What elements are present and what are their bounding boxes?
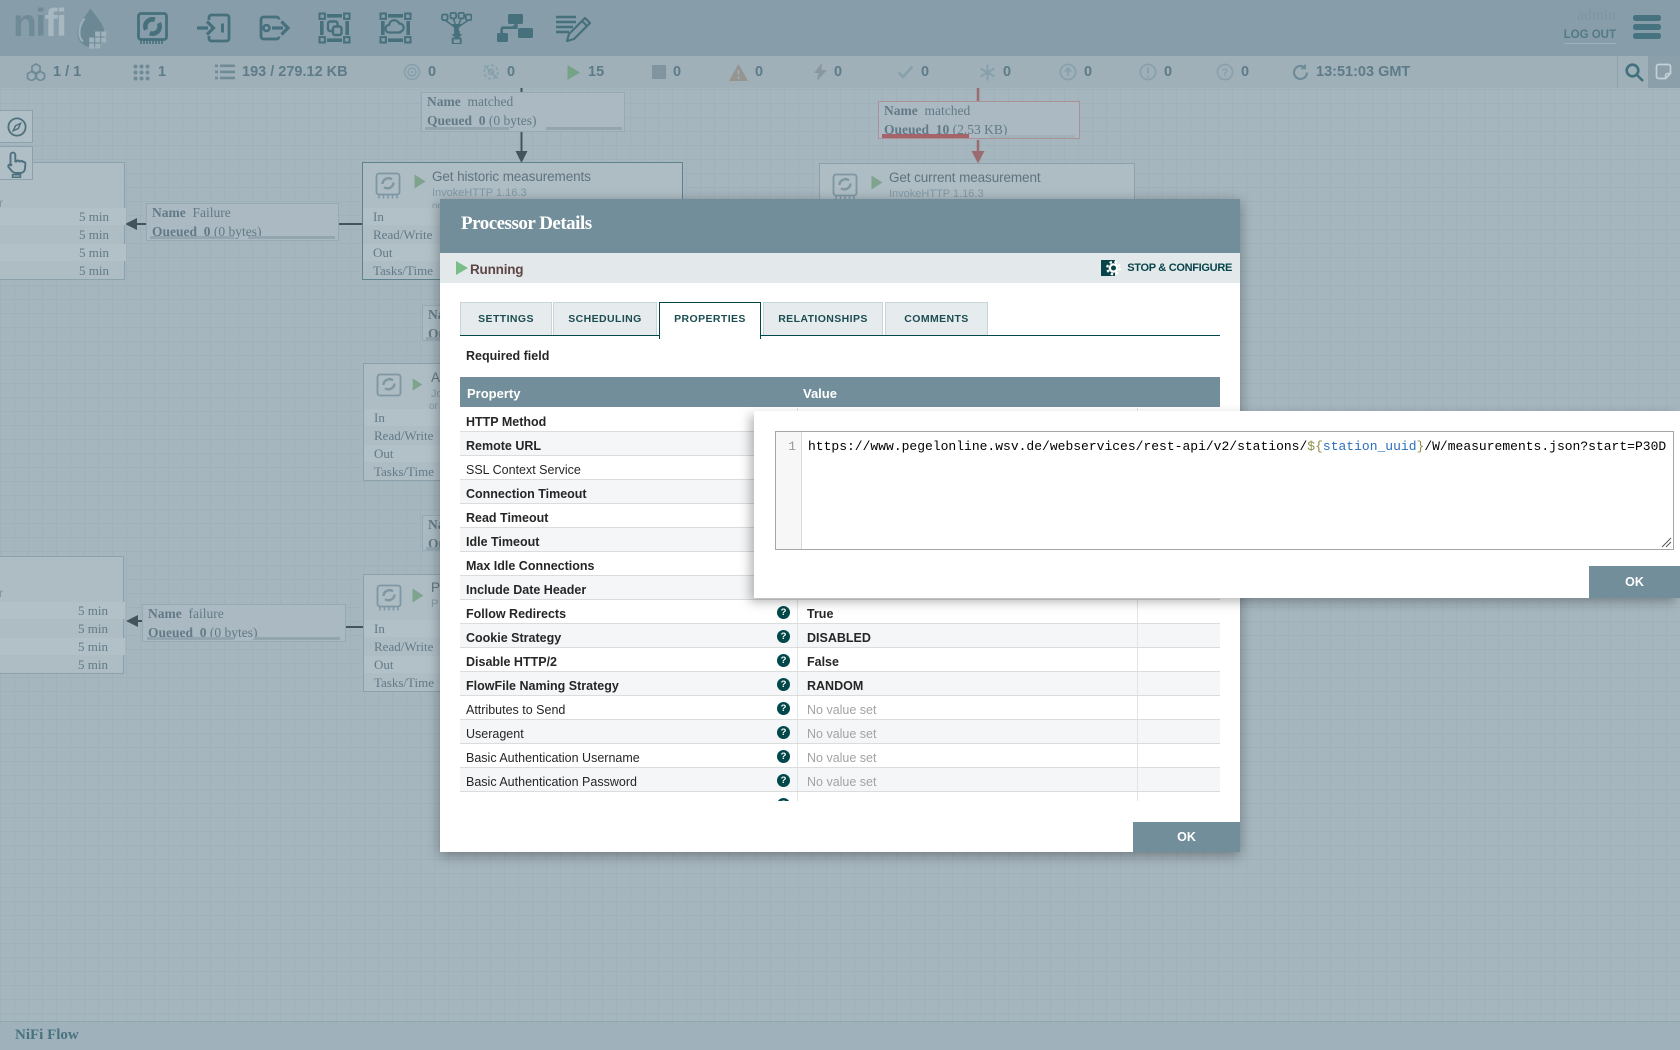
svg-text:?: ?	[1222, 67, 1229, 79]
